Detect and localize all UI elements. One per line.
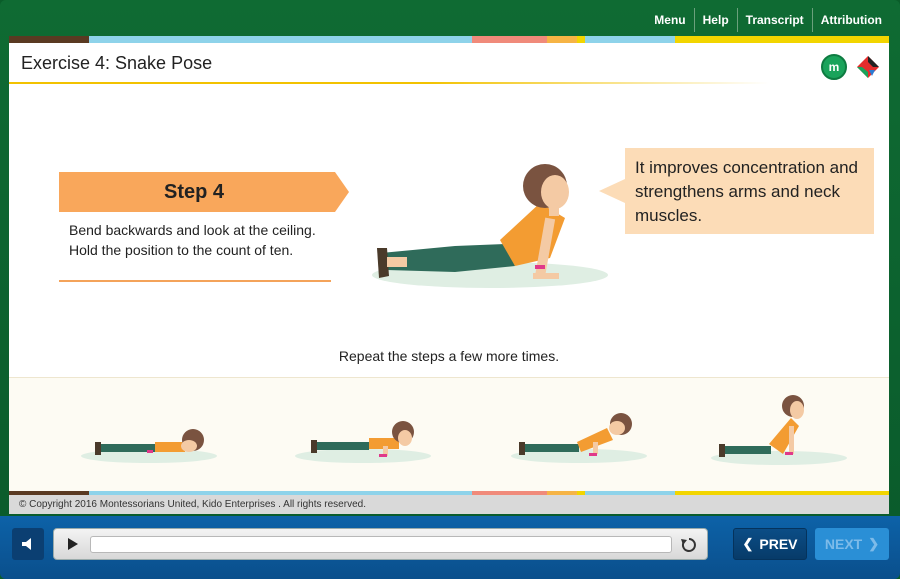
kido-logo [857, 56, 879, 78]
pose-step-4-illustration [711, 395, 847, 465]
next-label: NEXT [824, 536, 863, 552]
attribution-link[interactable]: Attribution [813, 8, 890, 32]
speaker-icon [22, 538, 31, 550]
media-player [53, 528, 708, 560]
pose-step-2-illustration [295, 421, 431, 463]
decorative-color-bar-top [9, 36, 889, 43]
prev-label: PREV [759, 536, 798, 552]
player-control-bar: ❮ PREV NEXT ❯ [0, 516, 900, 579]
next-button[interactable]: NEXT ❯ [815, 528, 889, 560]
step-underline [59, 280, 331, 282]
slide-header: Exercise 4: Snake Pose m [9, 43, 889, 84]
benefit-text: It improves concentration and strengthen… [635, 158, 859, 225]
copyright-bar: © Copyright 2016 Montessorians United, K… [9, 495, 889, 514]
title-underline [9, 82, 769, 84]
replay-icon[interactable] [679, 535, 699, 555]
top-navigation: Menu Help Transcript Attribution [646, 8, 890, 32]
chevron-right-icon: ❯ [868, 536, 880, 551]
volume-button[interactable] [12, 528, 44, 560]
play-icon[interactable] [64, 536, 80, 552]
app-frame: Menu Help Transcript Attribution Exercis… [0, 0, 900, 579]
step-banner-shape [59, 172, 349, 212]
snake-pose-illustration [372, 164, 608, 288]
step-instructions: Bend backwards and look at the ceiling. … [69, 222, 316, 258]
menu-link[interactable]: Menu [646, 8, 693, 32]
repeat-instruction: Repeat the steps a few more times. [338, 348, 560, 364]
help-link[interactable]: Help [695, 8, 737, 32]
montessorians-logo: m [821, 54, 847, 80]
logo-mu-text: m [828, 60, 840, 74]
chevron-left-icon: ❮ [742, 536, 754, 551]
pose-step-1-illustration [81, 429, 217, 463]
pose-sequence-strip [9, 377, 889, 492]
copyright-text: © Copyright 2016 Montessorians United, K… [19, 499, 366, 510]
pose-step-3-illustration [511, 413, 647, 463]
transcript-link[interactable]: Transcript [738, 8, 812, 32]
slide-stage: Exercise 4: Snake Pose m Step 4 Bend bac… [9, 36, 889, 514]
progress-bar[interactable] [90, 536, 672, 553]
prev-button[interactable]: ❮ PREV [733, 528, 807, 560]
page-title: Exercise 4: Snake Pose [21, 53, 213, 73]
